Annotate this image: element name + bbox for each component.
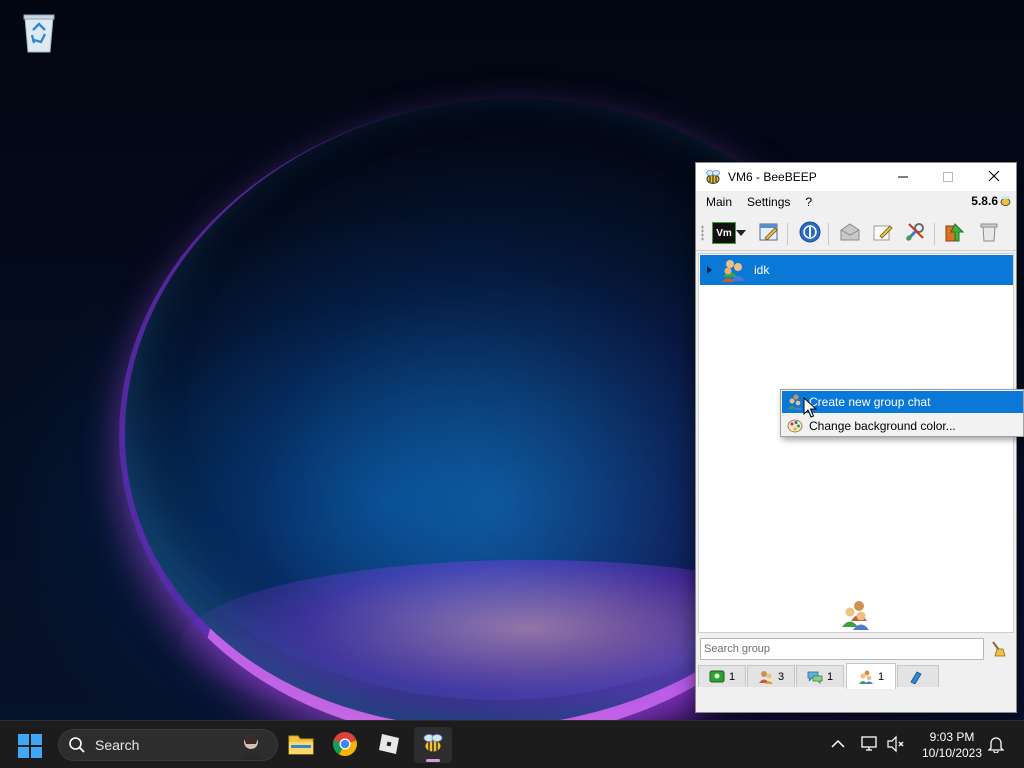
toolbar-separator xyxy=(787,223,788,245)
start-button[interactable] xyxy=(17,733,43,759)
menu-main[interactable]: Main xyxy=(701,195,737,209)
tools-icon xyxy=(903,220,927,247)
tab-contacts[interactable]: 3 xyxy=(747,665,795,687)
write-message-button[interactable] xyxy=(870,220,896,246)
tools-button[interactable] xyxy=(902,220,928,246)
tab-count: 1 xyxy=(826,670,834,683)
bell-icon xyxy=(987,735,1005,756)
trash-icon xyxy=(977,220,1001,247)
delete-button[interactable] xyxy=(976,220,1002,246)
menu-item-create-group-chat[interactable]: Create new group chat xyxy=(782,391,1023,413)
clock-date: 10/10/2023 xyxy=(921,746,983,760)
send-file-icon xyxy=(838,220,862,247)
chrome-icon xyxy=(332,731,358,760)
menu-item-label: Create new group chat xyxy=(809,395,931,409)
update-icon xyxy=(943,220,967,247)
edit-profile-button[interactable] xyxy=(756,220,782,246)
active-app-indicator xyxy=(426,759,440,762)
toolbar-grip[interactable] xyxy=(701,225,704,241)
minimize-button[interactable] xyxy=(880,163,925,191)
toolbar-separator xyxy=(934,223,935,245)
group-list[interactable]: idk xyxy=(698,253,1014,633)
tab-users[interactable]: 1 xyxy=(698,665,746,687)
taskbar: Search 9:03 PM 10/10/2023 xyxy=(0,720,1024,768)
chats-icon xyxy=(807,670,823,684)
tab-count: 1 xyxy=(877,670,885,683)
minimize-icon xyxy=(897,169,908,185)
expand-arrow-icon[interactable] xyxy=(707,266,712,274)
title-bar[interactable]: VM6 - BeeBEEP xyxy=(696,163,1016,191)
status-dropdown-button[interactable] xyxy=(734,220,748,246)
version-label: 5.8.6 xyxy=(971,194,998,208)
tab-count: 1 xyxy=(728,670,736,683)
group-chat-icon xyxy=(787,394,803,410)
taskbar-search-box[interactable]: Search xyxy=(58,729,278,761)
users-icon xyxy=(709,670,725,684)
mouse-cursor-icon xyxy=(803,396,818,419)
send-file-button[interactable] xyxy=(837,220,863,246)
menu-item-change-background-color[interactable]: Change background color... xyxy=(782,415,1023,437)
files-icon xyxy=(908,670,924,685)
menu-item-label: Change background color... xyxy=(809,419,956,433)
search-highlight-image-icon xyxy=(231,732,265,760)
bottom-tabs: 1 3 1 1 xyxy=(698,663,1014,689)
clear-search-button[interactable] xyxy=(989,640,1007,658)
desktop-icon-recycle-bin[interactable] xyxy=(8,6,70,76)
chevron-down-icon xyxy=(736,230,746,236)
notifications-button[interactable] xyxy=(986,735,1006,755)
maximize-icon xyxy=(942,169,953,185)
taskbar-clock[interactable]: 9:03 PM 10/10/2023 xyxy=(912,729,992,761)
bee-icon xyxy=(421,732,445,759)
network-tray-icon xyxy=(860,735,880,756)
taskbar-app-chrome[interactable] xyxy=(326,727,364,763)
folder-icon xyxy=(288,733,314,758)
network-icon xyxy=(798,220,822,247)
write-message-icon xyxy=(871,220,895,247)
bee-small-icon xyxy=(999,194,1012,207)
volume-tray-button[interactable] xyxy=(886,735,906,755)
menu-bar: Main Settings ? xyxy=(696,191,1016,213)
group-icon xyxy=(720,257,748,283)
groups-placeholder-icon xyxy=(839,599,873,631)
edit-profile-icon xyxy=(757,220,781,247)
profile-badge: Vm xyxy=(712,222,736,244)
roblox-icon xyxy=(377,732,401,759)
close-button[interactable] xyxy=(971,163,1016,191)
update-button[interactable] xyxy=(942,220,968,246)
taskbar-app-beebeep[interactable] xyxy=(414,727,452,763)
palette-icon xyxy=(787,418,803,434)
network-button[interactable] xyxy=(797,220,823,246)
window-title: VM6 - BeeBEEP xyxy=(728,170,817,184)
taskbar-app-file-explorer[interactable] xyxy=(282,727,320,763)
beebeep-window: VM6 - BeeBEEP Main Settings ? 5.8.6 Vm i… xyxy=(695,162,1017,713)
clock-time: 9:03 PM xyxy=(929,730,975,744)
windows-logo-icon xyxy=(18,734,42,758)
chevron-up-icon xyxy=(831,738,845,752)
toolbar: Vm xyxy=(696,215,1016,251)
menu-settings[interactable]: Settings xyxy=(742,195,795,209)
group-row[interactable]: idk xyxy=(700,255,1013,285)
search-label: Search xyxy=(95,737,140,753)
recycle-bin-icon xyxy=(20,10,58,54)
close-icon xyxy=(988,169,1000,185)
search-icon xyxy=(68,736,86,754)
volume-muted-icon xyxy=(886,735,906,756)
group-name: idk xyxy=(754,263,770,277)
tab-count: 3 xyxy=(777,670,785,683)
maximize-button[interactable] xyxy=(925,163,970,191)
taskbar-app-roblox[interactable] xyxy=(370,727,408,763)
menu-help[interactable]: ? xyxy=(800,195,817,209)
bee-icon xyxy=(704,168,722,186)
show-hidden-icons-button[interactable] xyxy=(828,735,848,755)
network-tray-button[interactable] xyxy=(860,735,880,755)
tab-groups[interactable]: 1 xyxy=(846,663,896,689)
tab-chats[interactable]: 1 xyxy=(796,665,844,687)
toolbar-separator xyxy=(828,223,829,245)
search-group-input[interactable] xyxy=(701,639,983,659)
broom-icon xyxy=(989,641,1007,661)
tab-files[interactable] xyxy=(897,665,939,687)
search-group-field[interactable] xyxy=(700,638,984,660)
contacts-icon xyxy=(758,670,774,684)
groups-icon xyxy=(858,670,874,684)
